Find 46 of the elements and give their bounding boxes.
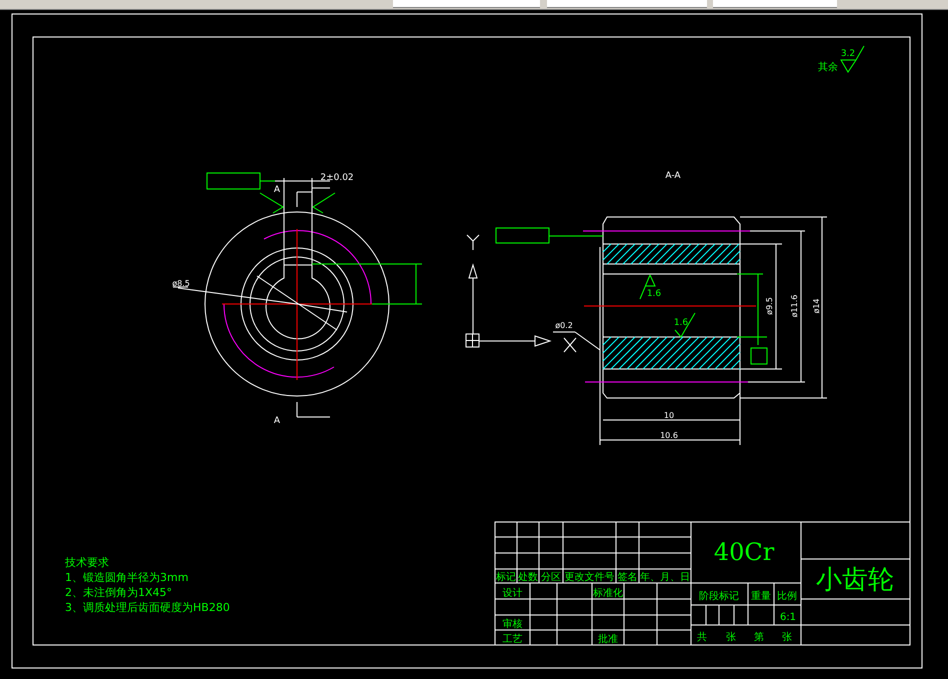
note-line: 2、未注倒角为1X45° [65, 586, 172, 599]
scale-label: 比例 [777, 591, 797, 602]
note-line: 3、调质处理后齿面硬度为HB280 [65, 601, 230, 614]
chamfer-dimension: ø0.2 [555, 321, 573, 330]
column-header: 年、月、日 [640, 572, 690, 583]
tolerance-dimension: 2±0.02 [320, 173, 354, 183]
sheet-label: 张 [726, 632, 736, 643]
signoff-label: 设计 [502, 588, 522, 599]
signoff-label: 工艺 [502, 634, 522, 645]
surface-finish-note: 其余 [818, 62, 838, 73]
stage-label: 阶段标记 [699, 591, 739, 602]
ucs-axes-icon [466, 234, 552, 348]
diameter-dimension: ø14 [812, 298, 821, 314]
roughness-value: 1.6 [646, 289, 662, 299]
notes-heading: 技术要求 [65, 556, 109, 569]
note-line: 1、锻造圆角半径为3mm [65, 571, 188, 584]
sheet-label: 第 [754, 632, 764, 643]
signoff-label: 批准 [598, 634, 618, 645]
sheet-label: 共 [697, 632, 707, 643]
diameter-dimension: ø11.6 [790, 294, 799, 318]
signoff-label: 标准化 [593, 588, 623, 599]
roughness-value: 3.2 [840, 49, 856, 59]
part-name: 小齿轮 [816, 565, 894, 595]
toolbar-dropdown[interactable] [713, 0, 838, 8]
column-header: 标记 [496, 572, 516, 583]
roughness-value: 1.6 [674, 318, 688, 328]
toolbar-dropdown[interactable] [547, 0, 707, 8]
column-header: 分区 [541, 572, 561, 583]
length-dimension: 10.6 [660, 431, 678, 440]
diameter-dimension: ø9.5 [765, 297, 774, 315]
weight-label: 重量 [751, 591, 771, 602]
section-title: A-A [665, 171, 681, 181]
material-text: 40Cr [714, 538, 774, 566]
toolbar-dropdown[interactable] [392, 0, 540, 8]
signoff-label: 审核 [502, 619, 522, 630]
length-dimension: 10 [664, 411, 674, 420]
sheet-label: 张 [782, 632, 792, 643]
diameter-dimension: ø8.5 [172, 279, 190, 288]
section-mark: A [274, 185, 280, 195]
column-header: 签名 [618, 572, 638, 583]
column-header: 更改文件号 [564, 572, 614, 583]
roughness-symbol-icon [840, 46, 864, 72]
column-header: 处数 [518, 572, 538, 583]
cross-mark-icon [564, 338, 576, 352]
scale-value: 6:1 [780, 612, 796, 623]
section-mark: A [274, 416, 280, 426]
